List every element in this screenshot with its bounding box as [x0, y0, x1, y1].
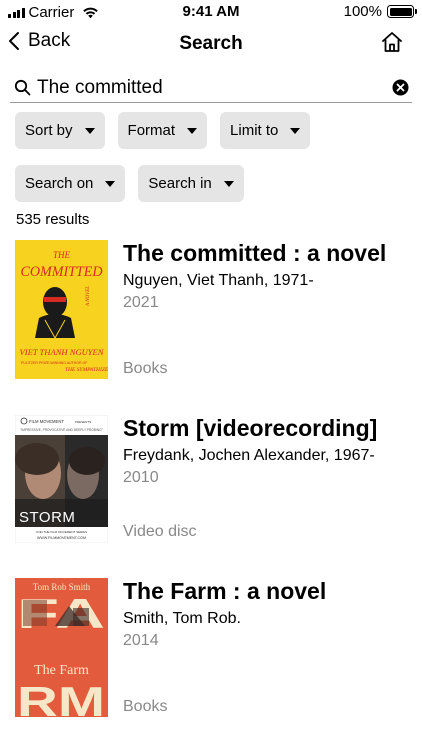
caret-down-icon [105, 180, 116, 187]
search-on-label: Search on [25, 175, 94, 192]
search-on-button[interactable]: Search on [15, 165, 126, 202]
svg-text:The Farm: The Farm [34, 663, 89, 678]
result-item[interactable]: THE COMMITTED A NOVEL VIET THANH NGUYEN … [15, 240, 415, 380]
search-icon [14, 79, 31, 96]
svg-text:VIET THANH NGUYEN: VIET THANH NGUYEN [20, 347, 105, 357]
limit-to-button[interactable]: Limit to [220, 112, 311, 149]
dvd-cover-image: FILM MOVEMENT PRESENTS "IMPRESSIVE, PROV… [15, 415, 108, 543]
result-item[interactable]: Tom Rob Smith FA The Farm RM The Farm : … [15, 578, 415, 718]
search-in-label: Search in [148, 175, 212, 192]
limit-to-label: Limit to [230, 122, 279, 139]
result-year: 2021 [123, 294, 159, 311]
search-in-button[interactable]: Search in [138, 165, 244, 202]
format-label: Format [127, 122, 176, 139]
chevron-left-icon [9, 32, 19, 50]
back-button-label: Back [28, 30, 71, 51]
svg-text:A NOVEL: A NOVEL [86, 286, 91, 307]
filter-row-2: Search on Search in [15, 165, 244, 202]
svg-text:"IMPRESSIVE, PROVOCATIVE AND D: "IMPRESSIVE, PROVOCATIVE AND DEEPLY PROB… [20, 428, 103, 432]
home-icon[interactable] [380, 30, 404, 54]
svg-text:PULITZER PRIZE-WINNING AUTHOR: PULITZER PRIZE-WINNING AUTHOR OF [21, 361, 87, 365]
clear-search-icon[interactable] [392, 79, 409, 96]
svg-text:RM: RM [17, 678, 105, 717]
svg-text:PRESENTS: PRESENTS [75, 420, 91, 424]
svg-text:THE: THE [53, 250, 71, 260]
caret-down-icon [84, 127, 95, 134]
search-input[interactable] [37, 75, 377, 101]
search-field [10, 73, 412, 103]
result-year: 2010 [123, 469, 159, 486]
sort-by-button[interactable]: Sort by [15, 112, 105, 149]
svg-text:THE SYMPATHIZER: THE SYMPATHIZER [65, 367, 108, 373]
back-button[interactable]: Back [8, 30, 70, 52]
result-author: Freydank, Jochen Alexander, 1967- [123, 447, 375, 464]
book-cover-image: THE COMMITTED A NOVEL VIET THANH NGUYEN … [15, 240, 108, 379]
result-title: The committed : a novel [123, 240, 387, 266]
status-bar: Carrier 9:41 AM 100% [0, 0, 422, 24]
svg-text:FILM MOVEMENT: FILM MOVEMENT [29, 419, 64, 424]
result-format: Books [123, 698, 168, 715]
book-cover-image: Tom Rob Smith FA The Farm RM [15, 578, 108, 717]
result-year: 2014 [123, 632, 159, 649]
svg-text:STORM: STORM [19, 509, 75, 526]
navigation-bar: Back Search [0, 26, 422, 62]
format-button[interactable]: Format [117, 112, 208, 149]
battery-icon [387, 5, 417, 18]
svg-text:COMMITTED: COMMITTED [21, 264, 103, 280]
svg-text:WWW.FILMMOVEMENT.COM: WWW.FILMMOVEMENT.COM [37, 536, 86, 540]
filter-row-1: Sort by Format Limit to [15, 112, 311, 149]
result-author: Nguyen, Viet Thanh, 1971- [123, 272, 314, 289]
result-title: Storm [videorecording] [123, 415, 378, 441]
caret-down-icon [290, 127, 301, 134]
result-format: Video disc [123, 523, 197, 540]
result-author: Smith, Tom Rob. [123, 610, 241, 627]
caret-down-icon [187, 127, 198, 134]
result-title: The Farm : a novel [123, 578, 327, 604]
svg-text:JOIN THE FILM MOVEMENT SERIES: JOIN THE FILM MOVEMENT SERIES [36, 530, 87, 534]
caret-down-icon [223, 180, 234, 187]
result-format: Books [123, 360, 168, 377]
status-battery-group: 100% [343, 3, 417, 20]
sort-by-label: Sort by [25, 122, 73, 139]
results-count: 535 results [16, 211, 90, 228]
battery-percent: 100% [343, 3, 382, 20]
result-item[interactable]: FILM MOVEMENT PRESENTS "IMPRESSIVE, PROV… [15, 415, 415, 545]
